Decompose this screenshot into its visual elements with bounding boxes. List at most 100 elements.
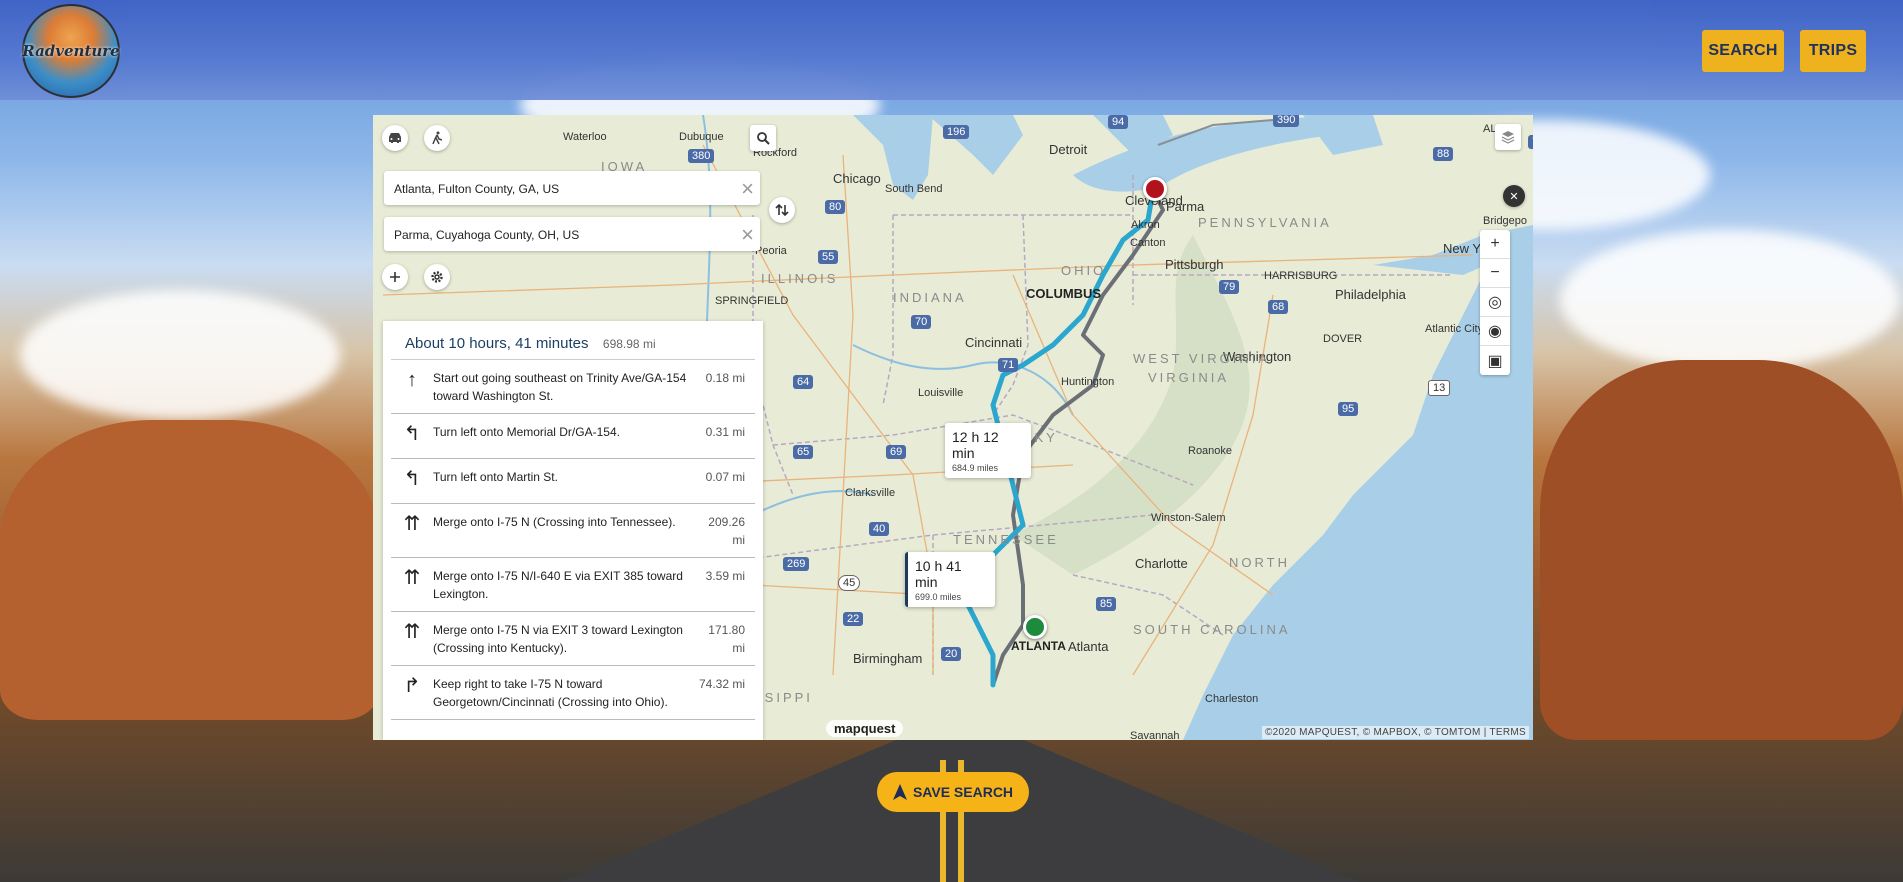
highway-shield: 269	[783, 557, 810, 571]
map-place-label: Bridgepo	[1483, 215, 1528, 227]
step-distance: 74.32 mi	[698, 677, 745, 691]
direction-step[interactable]: ⇈ Merge onto I-75 N/I-640 E via EXIT 385…	[391, 558, 755, 612]
route-summary: About 10 hours, 41 minutes 698.98 mi	[391, 321, 755, 360]
crosshair-icon: ◎	[1488, 294, 1502, 311]
trips-nav-button[interactable]: TRIPS	[1800, 30, 1866, 72]
map-place-label: Cincinnati	[965, 335, 1023, 350]
site-header: Radventure SEARCH TRIPS	[0, 0, 1903, 100]
origin-input[interactable]: Atlanta, Fulton County, GA, US ×	[384, 171, 760, 205]
origin-pin[interactable]	[1023, 615, 1047, 639]
save-search-button[interactable]: SAVE SEARCH	[877, 772, 1029, 812]
globe-view-button[interactable]: ◉	[1480, 317, 1510, 346]
direction-step[interactable]: ⇈ Merge onto I-75 N via EXIT 3 toward Le…	[391, 612, 755, 666]
highway-shield: 71	[998, 358, 1019, 372]
merge-icon: ⇈	[403, 567, 421, 589]
origin-input-value: Atlanta, Fulton County, GA, US	[394, 182, 560, 196]
globe-icon: ◉	[1488, 323, 1502, 340]
logo[interactable]: Radventure	[22, 4, 120, 98]
map-place-label: Parma	[1166, 199, 1205, 214]
direction-step[interactable]: ↑ Start out going southeast on Trinity A…	[391, 360, 755, 414]
map-state-label: SOUTH CAROLINA	[1133, 622, 1291, 637]
map-state-label: NORTH	[1229, 555, 1290, 570]
highway-shield: 94	[1108, 115, 1129, 129]
map-view[interactable]: 380 196 94 390 88 80 55 70 71 64 79 68 6…	[373, 115, 1533, 740]
destination-input[interactable]: Parma, Cuyahoga County, OH, US ×	[384, 217, 760, 251]
step-text: Merge onto I-75 N/I-640 E via EXIT 385 t…	[433, 569, 683, 601]
map-zoom-controls: + − ◎ ◉ ▣	[1480, 230, 1510, 375]
alt-route-distance: 684.9 miles	[952, 463, 999, 473]
step-text: Turn left onto Memorial Dr/GA-154.	[433, 425, 620, 439]
highway-shield: 64	[793, 375, 814, 389]
map-place-label: Atlanta	[1068, 639, 1109, 654]
map-place-label: New Y	[1443, 241, 1482, 256]
collapse-panel-button[interactable]: ✕	[1503, 185, 1525, 207]
map-place-label: Dubuque	[679, 131, 724, 143]
merge-icon: ⇈	[403, 513, 421, 535]
destination-input-value: Parma, Cuyahoga County, OH, US	[394, 228, 580, 242]
map-search-button[interactable]	[750, 125, 776, 151]
map-place-label: Detroit	[1049, 142, 1088, 157]
map-place-label: Akron	[1131, 219, 1160, 231]
direction-step[interactable]: ↰ Turn left onto Memorial Dr/GA-154. 0.3…	[391, 414, 755, 459]
background-cloud	[1560, 230, 1900, 370]
map-state-label: INDIANA	[893, 290, 967, 305]
map-state-label: VIRGINIA	[1148, 370, 1230, 385]
highway-shield: 65	[793, 445, 814, 459]
swap-locations-button[interactable]	[769, 197, 795, 223]
layers-button[interactable]	[1495, 124, 1521, 150]
map-state-label: PENNSYLVANIA	[1198, 215, 1332, 230]
highway-shield: 85	[1096, 597, 1117, 611]
highway-shield: 20	[941, 647, 962, 661]
minus-icon: −	[1490, 264, 1500, 281]
step-distance: 0.31 mi	[705, 425, 745, 439]
direction-step[interactable]: ↱ Keep right to take I-75 N toward Georg…	[391, 666, 755, 720]
step-distance: 0.07 mi	[705, 470, 745, 484]
highway-shield: 45	[838, 575, 861, 591]
locate-me-button[interactable]: ◎	[1480, 288, 1510, 317]
direction-step[interactable]: ⇈ Merge onto I-75 N (Crossing into Tenne…	[391, 504, 755, 558]
highway-shield: 40	[869, 522, 890, 536]
background-rock	[1540, 360, 1903, 740]
main-route-bubble[interactable]: 10 h 41 min 699.0 miles	[905, 552, 995, 607]
save-search-label: SAVE SEARCH	[912, 784, 1014, 800]
alt-route-time: 12 h 12 min	[952, 429, 999, 461]
background-rock	[0, 420, 380, 720]
main-route-time: 10 h 41 min	[915, 558, 962, 590]
traffic-button[interactable]: ▣	[1480, 346, 1510, 375]
layers-icon	[1501, 131, 1515, 144]
map-place-label: South Bend	[885, 183, 943, 195]
compress-icon: ✕	[1509, 190, 1519, 203]
search-nav-button[interactable]: SEARCH	[1702, 30, 1784, 72]
step-text: Merge onto I-75 N via EXIT 3 toward Lexi…	[433, 623, 683, 655]
add-stop-button[interactable]	[382, 264, 408, 290]
direction-step[interactable]: ↰ Turn left onto Martin St. 0.07 mi	[391, 459, 755, 504]
turn-left-icon: ↰	[403, 468, 421, 490]
map-state-label: WEST VIRGINIA	[1133, 351, 1270, 366]
zoom-in-button[interactable]: +	[1480, 230, 1510, 259]
clear-origin-icon[interactable]: ×	[741, 176, 754, 202]
car-icon	[389, 133, 401, 143]
map-place-label: COLUMBUS	[1026, 286, 1102, 301]
step-text: Turn left onto Martin St.	[433, 470, 558, 484]
car-mode-button[interactable]	[382, 125, 408, 151]
destination-pin[interactable]	[1143, 177, 1167, 201]
map-place-label: Charlotte	[1135, 556, 1188, 571]
zoom-out-button[interactable]: −	[1480, 259, 1510, 288]
traffic-icon: ▣	[1487, 352, 1503, 370]
step-distance: 0.18 mi	[705, 371, 745, 385]
route-options-button[interactable]	[424, 264, 450, 290]
map-place-label: HARRISBURG	[1264, 270, 1338, 282]
background-cloud	[20, 290, 340, 420]
clear-destination-icon[interactable]: ×	[741, 222, 754, 248]
map-place-label: Chicago	[833, 171, 881, 186]
straight-arrow-icon: ↑	[407, 369, 417, 391]
step-text: Start out going southeast on Trinity Ave…	[433, 371, 687, 403]
highway-shield: 75	[1528, 135, 1533, 149]
map-place-label: Canton	[1130, 237, 1166, 249]
walk-mode-button[interactable]	[424, 125, 450, 151]
map-state-label: TENNESSEE	[953, 532, 1059, 547]
alt-route-bubble[interactable]: 12 h 12 min 684.9 miles	[945, 423, 1031, 478]
map-place-label: SPRINGFIELD	[715, 295, 789, 307]
map-attribution[interactable]: ©2020 MAPQUEST, © MAPBOX, © TOMTOM | TER…	[1261, 726, 1529, 739]
map-place-label: Birmingham	[853, 651, 923, 666]
